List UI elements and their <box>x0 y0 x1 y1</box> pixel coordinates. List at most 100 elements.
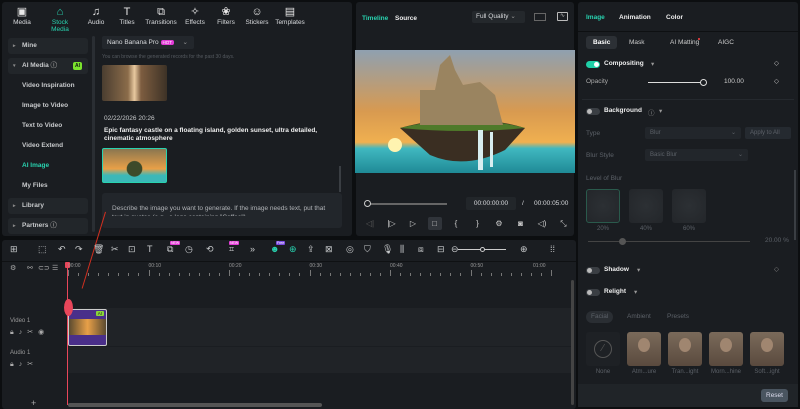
grid-view-icon[interactable] <box>534 13 546 21</box>
crop-icon[interactable]: ⊡ <box>128 244 136 255</box>
toolbar-media[interactable]: ▣ Media <box>5 6 39 26</box>
blur-level-option[interactable] <box>672 189 706 223</box>
toolbar-effects[interactable]: ✧ Effects <box>178 6 212 26</box>
tab-animation[interactable]: Animation <box>619 14 651 21</box>
toolbar-filters[interactable]: ❀ Filters <box>209 6 243 26</box>
relight-tab-presets[interactable]: Presets <box>662 311 694 323</box>
fit-icon[interactable]: ⊟ <box>437 244 445 255</box>
blur-level-option[interactable] <box>629 189 663 223</box>
mic-icon[interactable]: 🎙︎ <box>382 244 393 255</box>
keyframe-diamond-icon[interactable]: ◇ <box>774 77 779 85</box>
zoom-slider[interactable] <box>458 247 506 252</box>
caret-down-icon[interactable]: ▾ <box>637 266 640 274</box>
sidebar-item-image-to-video[interactable]: Image to Video <box>8 98 88 114</box>
sidebar-item-ai-media[interactable]: ▾ AI Media ⓘ AI <box>8 58 88 74</box>
audio-track-lane[interactable] <box>68 347 572 373</box>
caret-down-icon[interactable]: ▾ <box>659 107 662 115</box>
keyframe-icon[interactable]: ⌗ <box>229 244 234 255</box>
tracking-icon[interactable]: ◎ <box>346 244 354 255</box>
sidebar-item-video-extend[interactable]: Video Extend <box>8 138 88 154</box>
generated-image-street[interactable] <box>102 65 167 101</box>
toolbar-transitions[interactable]: ⧉ Transitions <box>144 6 178 26</box>
render-icon[interactable]: ⚙ <box>492 217 506 230</box>
split-icon[interactable]: ⊕ <box>289 244 297 255</box>
undo-icon[interactable]: ↶ <box>58 244 66 255</box>
more-icon[interactable]: » <box>250 244 255 254</box>
sidebar-item-text-to-video[interactable]: Text to Video <box>8 118 88 134</box>
add-track-icon[interactable]: + <box>31 398 36 408</box>
playhead-marker[interactable] <box>64 299 73 316</box>
track-icon[interactable]: ☰ <box>52 264 58 272</box>
blur-level-value[interactable]: 20.00 % <box>765 237 789 244</box>
speed-icon[interactable]: ⟲ <box>206 244 214 255</box>
sidebar-item-partners[interactable]: ▸ Partners ⓘ <box>8 218 88 234</box>
mark-in-icon[interactable]: { <box>449 217 463 230</box>
sidebar-item-mine[interactable]: ▸ Mine <box>8 38 88 54</box>
video-track-controls[interactable]: 🔒︎♪✂◉ <box>10 328 49 337</box>
subtab-mask[interactable]: Mask <box>622 36 652 49</box>
current-time[interactable]: 00:00:00:00 <box>466 197 516 210</box>
playback-scrubber[interactable] <box>364 200 447 207</box>
shield-icon[interactable]: ⛉ <box>364 244 371 255</box>
mixer-icon[interactable]: ⫼ <box>400 244 404 255</box>
sidebar-item-ai-image[interactable]: AI Image <box>8 158 88 174</box>
sidebar-item-my-files[interactable]: My Files <box>8 178 88 194</box>
grid-icon[interactable]: ⁞⁞ <box>550 244 555 254</box>
apply-to-all-button[interactable]: Apply to All <box>745 127 791 139</box>
relight-tab-facial[interactable]: Facial <box>586 311 614 323</box>
toolbar-audio[interactable]: ♫ Audio <box>79 6 113 26</box>
none-preset[interactable]: ⁄ <box>586 332 620 366</box>
relight-preset-thumbnail[interactable] <box>668 332 702 366</box>
blur-style-select[interactable]: Basic Blur ⌄ <box>645 149 748 161</box>
help-icon[interactable]: ⓘ <box>648 107 655 117</box>
relight-tab-ambient[interactable]: Ambient <box>622 311 656 323</box>
opacity-value[interactable]: 100.00 <box>724 78 744 85</box>
subtab-aigc[interactable]: AIGC <box>711 36 741 49</box>
slider-handle[interactable] <box>700 79 707 86</box>
sidebar-scrollbar[interactable] <box>92 36 95 232</box>
slider-handle[interactable] <box>480 247 485 252</box>
tab-image[interactable]: Image <box>586 14 605 21</box>
unlink-icon[interactable]: ⚯ <box>27 264 33 272</box>
next-frame-icon[interactable]: |▷ <box>385 217 399 230</box>
sticker-icon[interactable]: ⊠ <box>325 244 333 255</box>
generated-image-castle[interactable] <box>102 148 167 183</box>
snapshot-icon[interactable]: ◙ <box>514 217 528 230</box>
keyframe-diamond-icon[interactable]: ◇ <box>774 59 779 67</box>
replace-icon[interactable]: ⧈ <box>418 244 424 255</box>
reset-button[interactable]: Reset <box>761 389 788 402</box>
caret-down-icon[interactable]: ▾ <box>651 60 654 68</box>
tab-color[interactable]: Color <box>666 14 683 21</box>
prompt-input-placeholder[interactable]: Describe the image you want to generate.… <box>112 204 334 216</box>
redo-icon[interactable]: ↷ <box>75 244 83 255</box>
background-toggle[interactable] <box>586 108 600 115</box>
toolbar-templates[interactable]: ▤ Templates <box>273 6 307 26</box>
subtab-basic[interactable]: Basic <box>586 36 618 49</box>
select-icon[interactable]: ⬚ <box>38 244 47 255</box>
sidebar-item-video-inspiration[interactable]: Video Inspiration <box>8 78 88 94</box>
horizontal-scrollbar[interactable] <box>68 403 322 407</box>
prompt-input-box[interactable]: Describe the image you want to generate.… <box>102 193 342 228</box>
delete-icon[interactable]: 🗑︎ <box>93 244 104 255</box>
compositing-toggle[interactable] <box>586 61 600 68</box>
audio-icon[interactable]: ◁) <box>535 217 549 230</box>
video-clip[interactable]: AI <box>68 309 107 346</box>
toolbar-stock-media[interactable]: ⌂ Stock Media <box>43 6 77 33</box>
tab-timeline[interactable]: Timeline <box>362 15 388 22</box>
text-icon[interactable]: T <box>147 244 153 254</box>
video-track-lane[interactable] <box>68 308 572 346</box>
relight-preset-thumbnail[interactable] <box>709 332 743 366</box>
prev-frame-icon[interactable]: ◁| <box>363 217 377 230</box>
model-dropdown[interactable]: Nano Banana Pro HOT ⌄ <box>102 36 194 49</box>
scrubber-handle[interactable] <box>364 200 371 207</box>
link-icon[interactable]: ⊂⊃ <box>38 264 50 272</box>
audio-track-controls[interactable]: 🔒︎♪✂ <box>10 360 38 369</box>
playhead[interactable] <box>65 262 70 405</box>
settings-icon[interactable]: ⚙ <box>10 264 16 272</box>
mark-out-icon[interactable]: } <box>471 217 485 230</box>
relight-toggle[interactable] <box>586 289 600 296</box>
tab-source[interactable]: Source <box>395 15 417 22</box>
quality-dropdown[interactable]: Full Quality ⌄ <box>472 11 525 23</box>
layout-icon[interactable]: ⊞ <box>10 244 18 255</box>
toolbar-titles[interactable]: T Titles <box>110 6 144 26</box>
